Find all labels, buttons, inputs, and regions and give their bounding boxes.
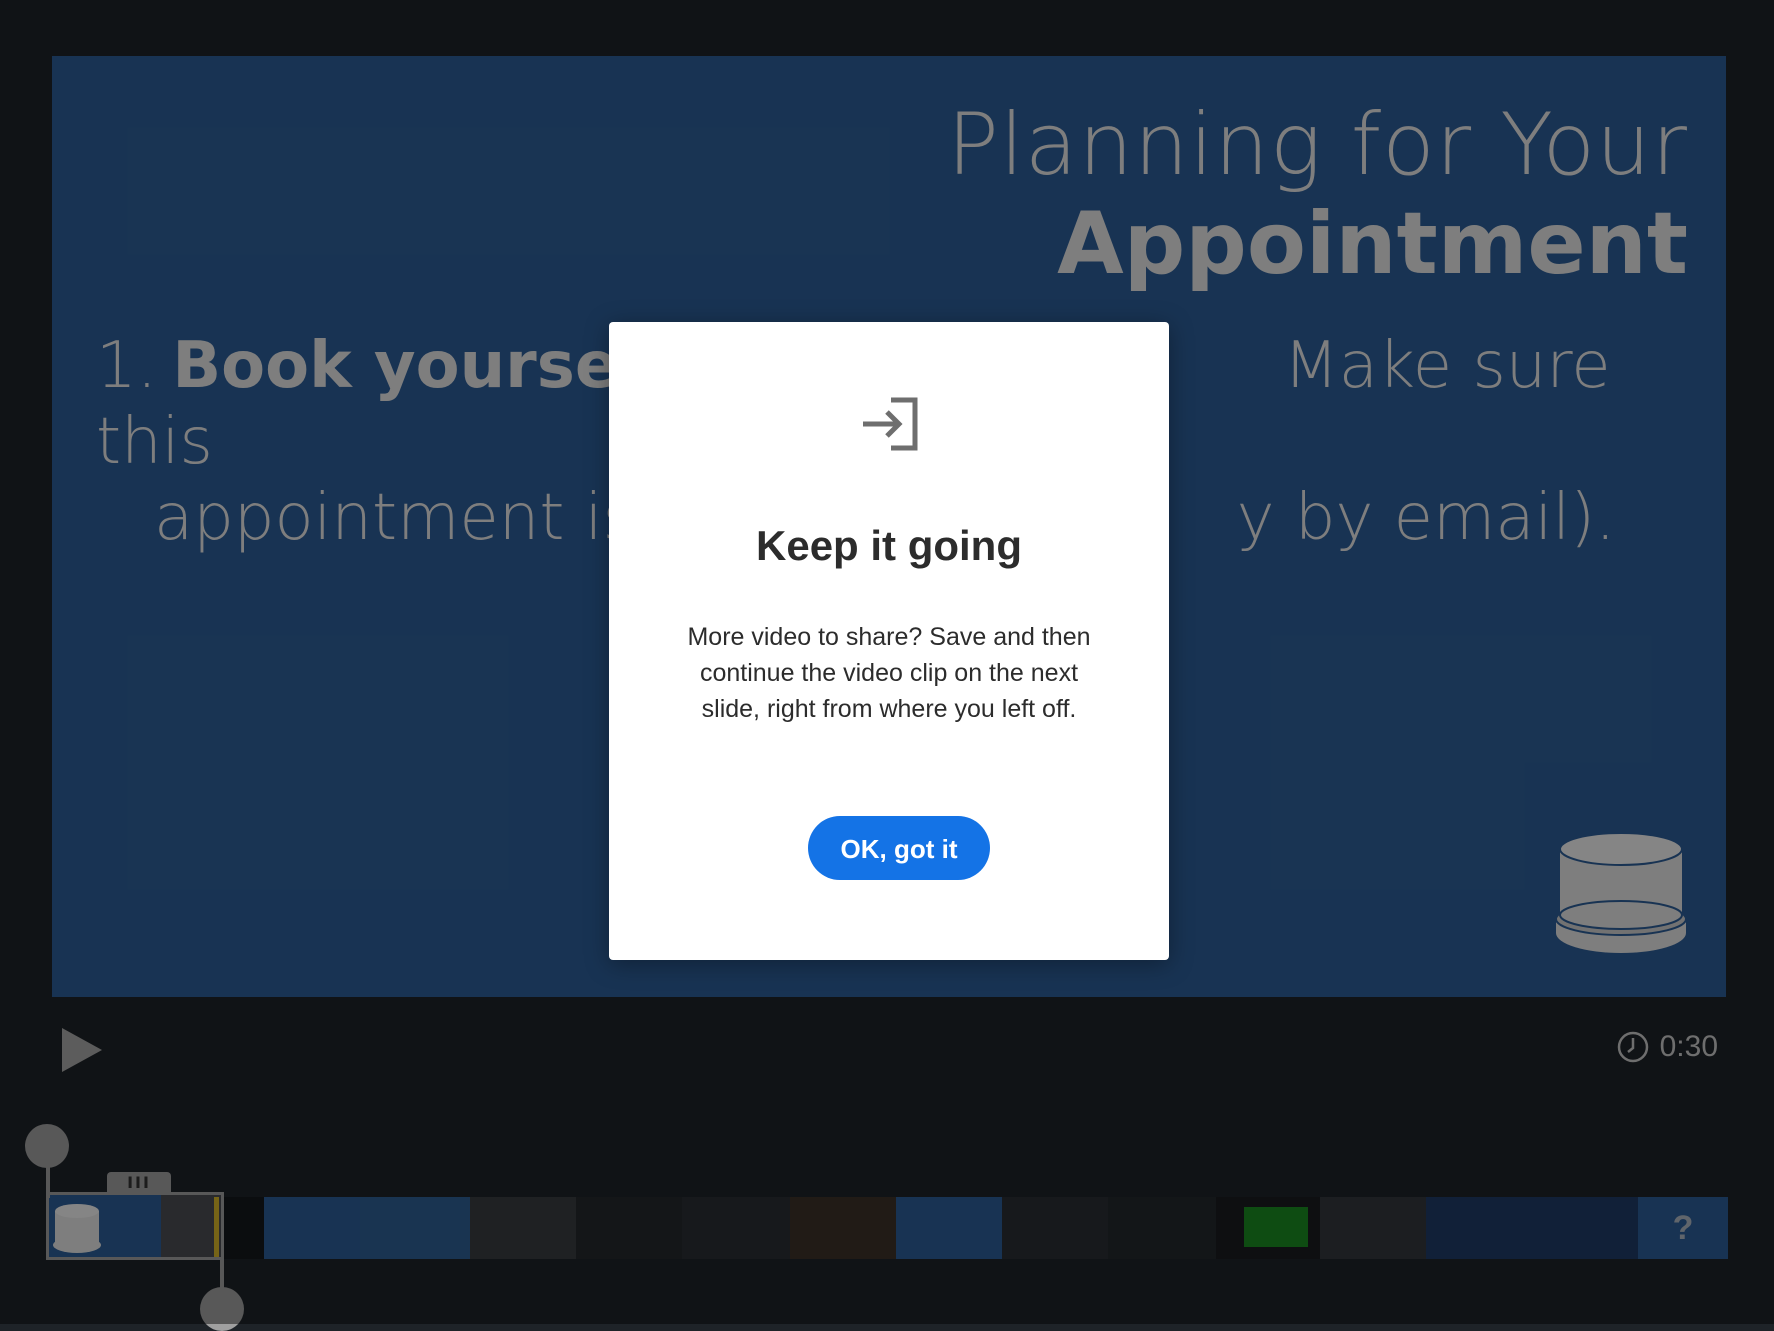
dialog-title: Keep it going bbox=[756, 522, 1022, 569]
enter-icon bbox=[863, 397, 918, 451]
keep-it-going-dialog: Keep it going More video to share? Save … bbox=[609, 322, 1169, 960]
dialog-message: More video to share? Save and then conti… bbox=[687, 623, 1091, 723]
ok-got-it-button[interactable]: OK, got it bbox=[808, 816, 990, 880]
